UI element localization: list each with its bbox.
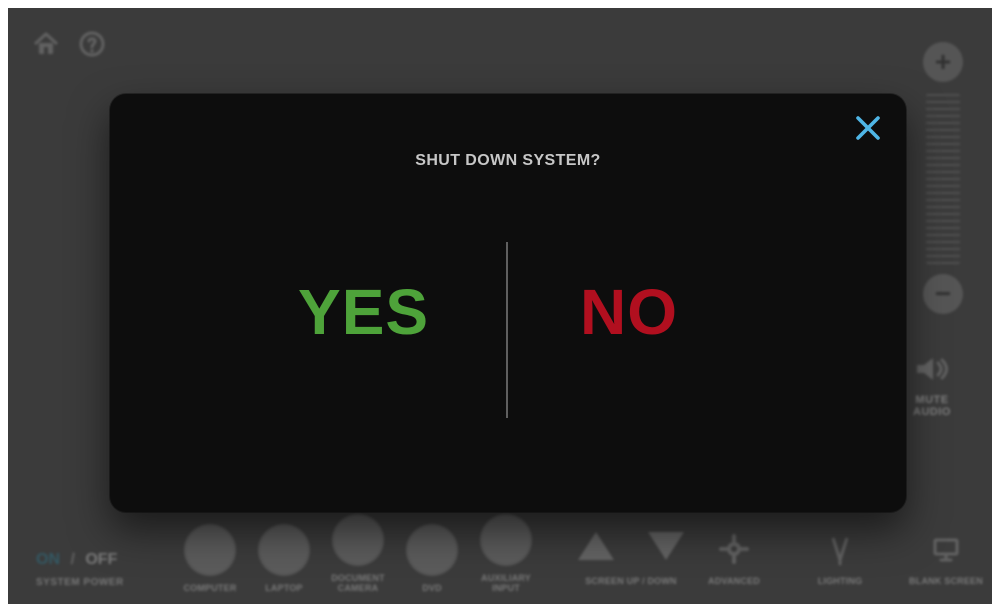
screen-updown-label: SCREEN UP / DOWN [585, 576, 677, 586]
lighting-label: LIGHTING [817, 576, 863, 586]
mute-audio-button[interactable]: MUTE AUDIO [902, 352, 962, 438]
screen-down-button[interactable] [648, 532, 684, 560]
confirm-yes-button[interactable]: YES [298, 280, 429, 344]
system-power-toggle[interactable]: ON / OFF [36, 551, 156, 569]
right-bottom-controls: ADVANCED LIGHTING BLANK SCREEN [694, 532, 986, 586]
blank-screen-button[interactable]: BLANK SCREEN [906, 532, 986, 586]
source-dvd-button[interactable]: DVD [404, 524, 460, 594]
help-icon[interactable] [78, 30, 106, 58]
lighting-button[interactable]: LIGHTING [800, 532, 880, 586]
power-off-label: OFF [85, 551, 118, 568]
screen-direction-buttons [568, 532, 694, 560]
source-buttons: COMPUTER LAPTOP DOCUMENT CAMERA DVD AUXI… [182, 514, 534, 594]
document-camera-icon [332, 514, 384, 567]
volume-level-bars [926, 94, 960, 264]
gear-icon [717, 532, 751, 566]
source-auxiliary-input-button[interactable]: AUXILIARY INPUT [478, 514, 534, 594]
shutdown-dialog: SHUT DOWN SYSTEM? YES NO [110, 94, 906, 512]
power-slash: / [70, 551, 75, 568]
computer-icon [184, 524, 236, 577]
source-laptop-button[interactable]: LAPTOP [256, 524, 312, 594]
touch-panel-screen: + − MUTE AUDIO ON / OFF SYSTEM POWER COM… [8, 8, 992, 604]
screen-up-down: SCREEN UP / DOWN [568, 532, 694, 586]
laptop-icon [258, 524, 310, 577]
bottom-controls: ON / OFF SYSTEM POWER COMPUTER LAPTOP DO… [8, 510, 992, 604]
advanced-button[interactable]: ADVANCED [694, 532, 774, 586]
source-label-2: INPUT [492, 583, 520, 594]
close-icon [856, 116, 880, 140]
mute-label-line1: MUTE [915, 394, 949, 406]
source-label-2: CAMERA [337, 583, 379, 594]
source-document-camera-button[interactable]: DOCUMENT CAMERA [330, 514, 386, 594]
advanced-label: ADVANCED [708, 576, 760, 586]
system-power-caption: SYSTEM POWER [36, 577, 124, 588]
confirm-no-button[interactable]: NO [580, 280, 678, 344]
source-label: COMPUTER [183, 583, 237, 594]
power-on-label: ON [36, 551, 60, 568]
volume-up-button[interactable]: + [923, 42, 963, 82]
volume-down-button[interactable]: − [923, 274, 963, 314]
choice-divider [506, 242, 508, 418]
close-button[interactable] [850, 110, 886, 146]
dvd-icon [406, 524, 458, 577]
mute-label-line2: AUDIO [913, 406, 951, 418]
screen-up-button[interactable] [578, 532, 614, 560]
home-icon[interactable] [32, 30, 60, 58]
top-left-controls [32, 30, 106, 58]
volume-control: + − [920, 42, 966, 322]
speaker-icon [911, 352, 953, 386]
auxiliary-input-icon [480, 514, 532, 567]
source-label: LAPTOP [265, 583, 303, 594]
lighting-icon [823, 532, 857, 566]
blank-screen-icon [929, 532, 963, 566]
blank-screen-label: BLANK SCREEN [909, 576, 983, 586]
dialog-title: SHUT DOWN SYSTEM? [415, 152, 601, 169]
source-computer-button[interactable]: COMPUTER [182, 524, 238, 594]
system-power[interactable]: ON / OFF SYSTEM POWER [36, 551, 156, 588]
source-label: DVD [422, 583, 442, 594]
